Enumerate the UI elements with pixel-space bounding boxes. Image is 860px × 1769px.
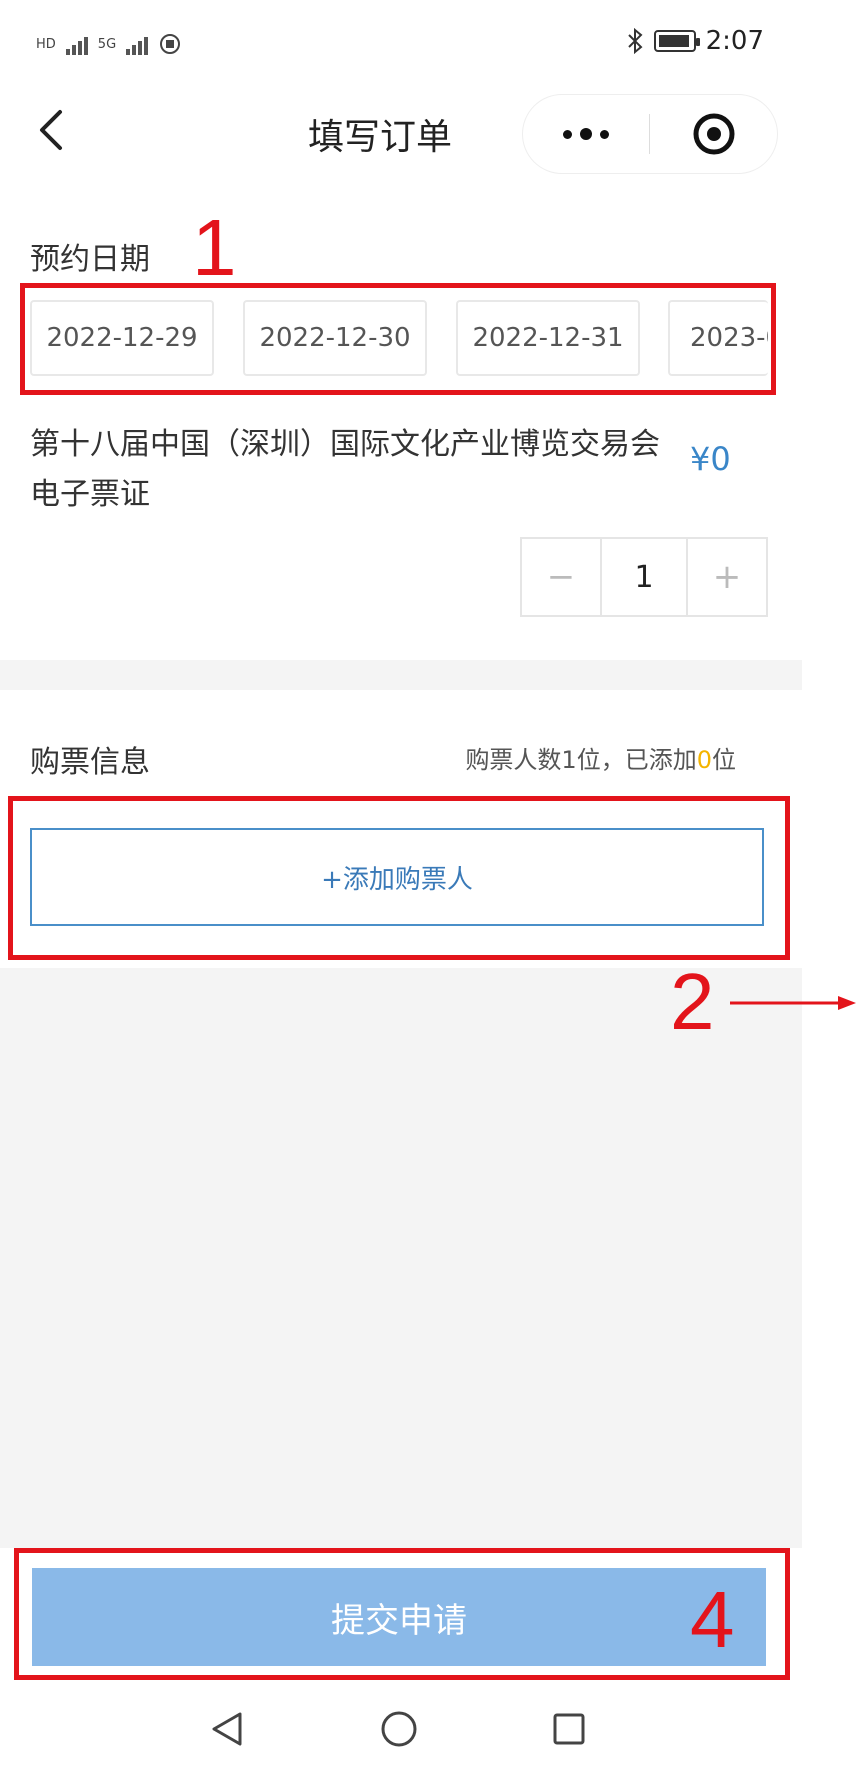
buyer-count-suffix: 位 xyxy=(712,746,736,774)
right-margin xyxy=(802,90,860,1690)
close-miniprogram-button[interactable] xyxy=(650,95,777,173)
triangle-back-icon xyxy=(212,1712,242,1746)
signal-icon xyxy=(65,33,88,55)
annotation-box-2 xyxy=(8,796,790,960)
miniprogram-capsule xyxy=(522,94,778,174)
increase-button[interactable]: + xyxy=(688,539,766,615)
hd-indicator: HD xyxy=(36,36,56,52)
section-divider xyxy=(0,660,802,690)
annotation-number-1: 1 xyxy=(192,203,237,292)
annotation-arrow-icon xyxy=(730,996,856,1010)
system-recents-button[interactable] xyxy=(544,1704,594,1754)
target-icon xyxy=(693,113,734,155)
status-time: 2:07 xyxy=(705,26,764,56)
reservation-date-label: 预约日期 xyxy=(30,242,150,277)
annotation-number-4: 4 xyxy=(690,1575,735,1664)
bluetooth-icon xyxy=(627,28,643,54)
ticket-price: ¥0 xyxy=(690,440,731,478)
battery-icon xyxy=(653,30,700,52)
annotation-box-4 xyxy=(14,1548,790,1680)
system-home-button[interactable] xyxy=(374,1704,424,1754)
system-navigation-bar xyxy=(0,1688,802,1769)
purchase-info-label: 购票信息 xyxy=(30,745,150,780)
circle-home-icon xyxy=(381,1711,417,1747)
ticket-name: 第十八届中国（深圳）国际文化产业博览交易会电子票证 xyxy=(30,427,660,512)
square-recents-icon xyxy=(553,1713,585,1745)
more-dot-icon xyxy=(563,129,572,139)
more-menu-button[interactable] xyxy=(523,95,649,173)
content-background xyxy=(0,968,802,1548)
status-bar: HD 5G 2:07 xyxy=(0,0,860,90)
notification-icon xyxy=(160,34,181,54)
quantity-stepper: − 1 + xyxy=(520,537,768,617)
navigation-bar: 填写订单 xyxy=(0,90,800,174)
annotation-number-2: 2 xyxy=(670,957,715,1046)
annotation-box-1 xyxy=(20,283,776,395)
buyer-added-count: 0 xyxy=(696,746,712,774)
decrease-button[interactable]: − xyxy=(522,539,600,615)
status-right-icons: 2:07 xyxy=(626,26,764,56)
network-type-label: 5G xyxy=(97,36,117,52)
buyer-count-prefix: 购票人数1位，已添加 xyxy=(465,746,697,774)
more-dot-icon xyxy=(580,128,592,140)
system-back-button[interactable] xyxy=(202,1704,252,1754)
buyer-count-text: 购票人数1位，已添加0位 xyxy=(430,740,736,775)
quantity-value[interactable]: 1 xyxy=(600,539,688,615)
more-dot-icon xyxy=(600,129,609,139)
signal-icon-2 xyxy=(126,33,149,55)
status-left-icons: HD 5G xyxy=(36,24,182,64)
